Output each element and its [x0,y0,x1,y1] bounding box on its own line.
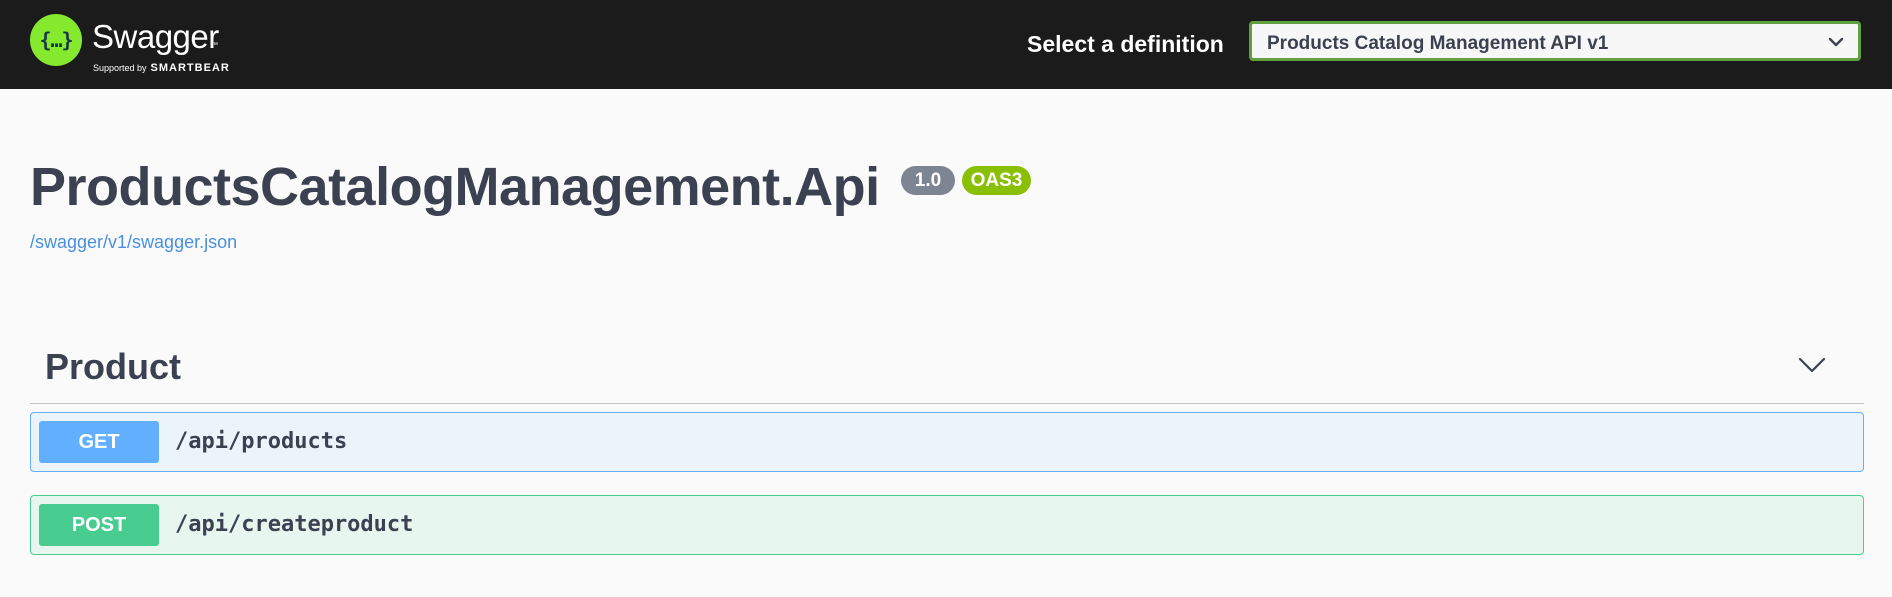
supported-by-text: Supported by [93,63,147,73]
oas-badge: OAS3 [962,166,1031,195]
operation-post-createproduct[interactable]: POST /api/createproduct [30,495,1864,555]
tag-title: Product [45,346,182,387]
select-definition-label: Select a definition [1027,31,1224,57]
chevron-down-icon [1828,37,1844,47]
page-title: ProductsCatalogManagement.Api [30,157,880,217]
tag-section-product[interactable]: Product [30,336,1864,404]
spec-json-link[interactable]: /swagger/v1/swagger.json [30,232,237,253]
smartbear-logo-text: SMARTBEAR [150,62,230,74]
version-badge: 1.0 [901,166,955,195]
brand-supported-by: Supported by SMARTBEAR [93,62,230,74]
operation-path: /api/products [175,429,348,454]
swagger-logo-icon[interactable]: {…} [30,14,82,66]
method-badge-get: GET [39,421,159,463]
operation-get-products[interactable]: GET /api/products [30,412,1864,472]
definition-select[interactable]: Products Catalog Management API v1 [1249,21,1861,61]
topbar: {…} Swagger ™ Supported by SMARTBEAR Sele… [0,0,1892,89]
definition-select-value: Products Catalog Management API v1 [1267,33,1609,54]
brand-trademark: ™ [211,42,218,49]
chevron-down-icon[interactable] [1798,356,1826,374]
brand-name[interactable]: Swagger [92,18,219,56]
operation-path: /api/createproduct [175,512,414,537]
method-badge-post: POST [39,504,159,546]
